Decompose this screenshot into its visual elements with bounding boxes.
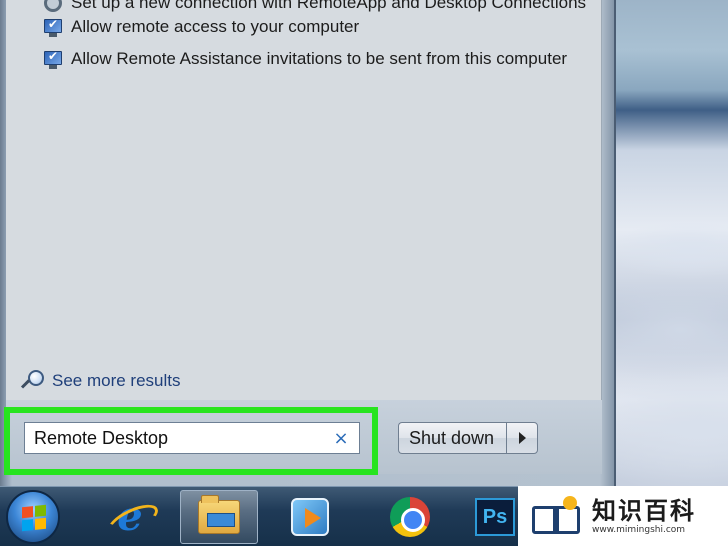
clear-search-icon[interactable]: × bbox=[329, 428, 353, 449]
shutdown-group: Shut down bbox=[398, 422, 539, 454]
magnifier-icon bbox=[20, 369, 46, 393]
taskbar-chrome[interactable] bbox=[378, 490, 442, 544]
taskbar-internet-explorer[interactable]: e bbox=[98, 490, 162, 544]
chrome-icon bbox=[390, 497, 430, 537]
result-item-allow-remote-access[interactable]: Allow remote access to your computer bbox=[42, 14, 596, 40]
result-label: Set up a new connection with RemoteApp a… bbox=[71, 0, 587, 12]
shutdown-button[interactable]: Shut down bbox=[398, 422, 507, 454]
watermark-url: www.mimingshi.com bbox=[592, 525, 686, 535]
result-item-remote-assistance[interactable]: Allow Remote Assistance invitations to b… bbox=[42, 46, 596, 72]
see-more-results-link[interactable]: See more results bbox=[20, 368, 181, 394]
shutdown-options-button[interactable] bbox=[506, 422, 539, 454]
watermark-title: 知识百科 bbox=[592, 497, 696, 525]
folder-icon bbox=[198, 495, 240, 534]
remote-monitor-icon bbox=[42, 16, 64, 38]
start-search-box[interactable]: × bbox=[24, 422, 360, 454]
see-more-label: See more results bbox=[52, 371, 181, 390]
internet-explorer-icon: e bbox=[110, 497, 150, 537]
taskbar-windows-explorer[interactable] bbox=[180, 490, 258, 544]
photoshop-icon: Ps bbox=[475, 498, 515, 536]
remote-monitor-icon bbox=[42, 48, 64, 70]
taskbar-photoshop[interactable]: Ps bbox=[470, 490, 520, 544]
windows-logo-icon bbox=[22, 504, 46, 532]
result-label: Allow remote access to your computer bbox=[71, 17, 360, 36]
book-lightbulb-icon bbox=[530, 496, 584, 536]
media-player-icon bbox=[291, 498, 329, 536]
search-results-pane: Set up a new connection with RemoteApp a… bbox=[6, 0, 602, 400]
search-input[interactable] bbox=[34, 427, 329, 449]
taskbar-media-player[interactable] bbox=[278, 490, 342, 544]
watermark-logo: 知识百科 www.mimingshi.com bbox=[518, 486, 728, 546]
chevron-right-icon bbox=[518, 432, 526, 444]
network-settings-icon bbox=[42, 0, 64, 14]
start-button[interactable] bbox=[6, 490, 60, 544]
result-label: Allow Remote Assistance invitations to b… bbox=[71, 49, 568, 68]
